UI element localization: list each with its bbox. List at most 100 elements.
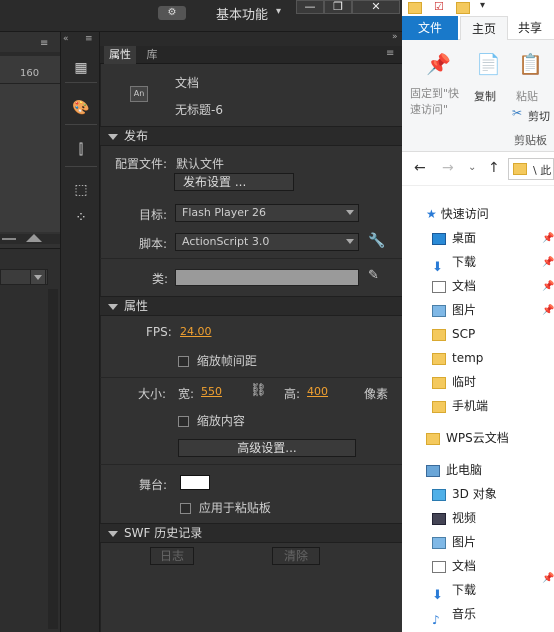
collapse-icon[interactable]: « [63, 34, 69, 44]
back-arrow-icon[interactable]: ← [414, 160, 426, 176]
pin-icon[interactable]: 📌 [542, 233, 554, 244]
document-icon [432, 280, 446, 293]
height-value[interactable]: 400 [307, 385, 328, 398]
sidebar-item-pc-pictures[interactable]: 图片 [432, 531, 476, 553]
address-bar[interactable]: \ 此 [508, 158, 554, 180]
panel-menu-icon[interactable]: ≡ [85, 34, 93, 44]
width-value[interactable]: 550 [201, 385, 222, 398]
recent-dropdown-icon[interactable]: ⌄ [468, 162, 476, 173]
dropdown-icon[interactable] [30, 269, 46, 285]
scale-content-checkbox[interactable] [178, 416, 189, 427]
pin-icon[interactable]: 📌 [542, 257, 554, 268]
pin-icon[interactable]: 📌 [542, 573, 554, 584]
width-label: 宽: [178, 387, 195, 401]
swf-history-section-header[interactable]: SWF 历史记录 [100, 523, 402, 543]
item-label: 图片 [452, 535, 477, 549]
sidebar-item-documents[interactable]: 文档 [432, 275, 476, 297]
panel-menu-icon[interactable]: ≡ [40, 38, 48, 49]
workspace-switcher[interactable]: 基本功能 [216, 4, 268, 23]
scale-frame-option[interactable]: 缩放帧间距 [178, 352, 257, 369]
scissors-icon[interactable]: ✂ [512, 106, 522, 120]
copy-icon[interactable]: 📄 [476, 52, 501, 76]
align-grid-icon[interactable]: ▦ [67, 56, 95, 80]
section-title: SWF 历史记录 [124, 526, 203, 540]
pencil-icon[interactable]: ✎ [368, 268, 379, 283]
pin-icon[interactable]: 📌 [542, 305, 554, 316]
checkmark-icon[interactable]: ☑ [434, 0, 444, 13]
palette-icon[interactable]: 🎨 [67, 96, 95, 120]
transform-icon[interactable]: ⬚ [67, 178, 95, 202]
folder-icon[interactable] [456, 2, 470, 14]
sidebar-item-this-pc[interactable]: 此电脑 [426, 459, 482, 481]
chevron-down-icon[interactable]: ▾ [480, 0, 485, 11]
chevron-down-icon[interactable]: ▾ [276, 6, 281, 17]
components-icon[interactable]: ⁘ [67, 206, 95, 230]
ribbon-tab-bar: 文件 主页 共享 [402, 16, 554, 41]
apply-paste-option[interactable]: 应用于粘贴板 [180, 499, 271, 516]
picture-icon [432, 304, 446, 317]
tab-library[interactable]: 库 [140, 46, 164, 64]
gamepad-icon[interactable]: ⚙ [158, 6, 186, 20]
sidebar-item-3d[interactable]: 3D 对象 [432, 483, 497, 505]
up-arrow-icon[interactable]: ↑ [488, 160, 500, 176]
sidebar-item-pc-downloads[interactable]: ⬇ 下载 [432, 579, 476, 603]
target-label: 目标: [139, 208, 168, 222]
cube-icon [432, 488, 446, 501]
class-input[interactable] [175, 269, 359, 286]
apply-paste-checkbox[interactable] [180, 503, 191, 514]
stage-label: 舞台: [139, 478, 168, 492]
script-label: 脚本: [139, 237, 168, 251]
publish-settings-button[interactable]: 发布设置 ... [174, 173, 294, 191]
pin-icon[interactable]: 📌 [426, 52, 451, 76]
maximize-button[interactable]: ❐ [324, 0, 352, 14]
clear-button[interactable]: 清除 [272, 547, 320, 565]
tab-share[interactable]: 共享 [518, 16, 554, 40]
tab-home[interactable]: 主页 [460, 16, 508, 41]
script-select[interactable]: ActionScript 3.0 [175, 233, 359, 251]
quick-access-item[interactable]: ★ 快速访问 [426, 203, 489, 225]
minimize-button[interactable]: — [296, 0, 324, 14]
paste-button[interactable]: 粘贴 [516, 88, 538, 104]
scale-content-option[interactable]: 缩放内容 [178, 412, 245, 429]
apply-paste-label: 应用于粘贴板 [198, 501, 271, 515]
pin-to-quick-access-button[interactable]: 固定到"快 速访问" [410, 86, 466, 118]
sidebar-item-scp[interactable]: SCP [432, 323, 475, 345]
sidebar-item-downloads[interactable]: ⬇ 下载 [432, 251, 476, 275]
sidebar-item-mobile[interactable]: 手机端 [432, 395, 488, 417]
sidebar-item-temp[interactable]: temp [432, 347, 483, 369]
collapse-icon[interactable]: » [392, 32, 398, 42]
fps-value[interactable]: 24.00 [180, 325, 212, 338]
zoom-slider[interactable] [0, 234, 60, 244]
panel-menu-icon[interactable]: ≡ [386, 48, 394, 59]
wrench-icon[interactable]: 🔧 [368, 233, 385, 249]
stage-color-swatch[interactable] [180, 475, 210, 490]
close-button[interactable]: ✕ [352, 0, 400, 14]
target-select[interactable]: Flash Player 26 [175, 204, 359, 222]
cut-button[interactable]: 剪切 [528, 108, 550, 124]
sidebar-item-pictures[interactable]: 图片 [432, 299, 476, 321]
pin-icon[interactable]: 📌 [542, 281, 554, 292]
profile-value: 默认文件 [176, 157, 225, 171]
publish-section-header[interactable]: 发布 [100, 126, 402, 146]
scale-frame-checkbox[interactable] [178, 356, 189, 367]
copy-button[interactable]: 复制 [474, 88, 496, 104]
log-button[interactable]: 日志 [150, 547, 194, 565]
tab-file[interactable]: 文件 [402, 16, 458, 40]
sidebar-item-desktop[interactable]: 桌面 [432, 227, 476, 249]
sidebar-item-linshi[interactable]: 临时 [432, 371, 476, 393]
computer-icon [426, 464, 440, 477]
ribbon: 📌 固定到"快 速访问" 📄 复制 📋 粘贴 ✂ 剪切 剪贴板 [402, 40, 554, 152]
clipboard-icon[interactable]: 📋 [518, 52, 543, 76]
forward-arrow-icon[interactable]: → [442, 160, 454, 176]
scrollbar[interactable] [48, 289, 58, 629]
tab-properties[interactable]: 属性 [104, 46, 136, 64]
sidebar-item-videos[interactable]: 视频 [432, 507, 476, 529]
sidebar-item-pc-documents[interactable]: 文档 [432, 555, 476, 577]
advanced-settings-button[interactable]: 高级设置... [178, 439, 356, 457]
align-icon[interactable]: ⫿ [67, 138, 95, 162]
properties-section-header[interactable]: 属性 [100, 296, 402, 316]
folder-icon[interactable] [408, 2, 422, 14]
link-icon[interactable]: ⛓ [250, 383, 267, 398]
sidebar-item-wps[interactable]: WPS云文档 [426, 427, 509, 449]
sidebar-item-music[interactable]: ♪ 音乐 [432, 603, 476, 627]
